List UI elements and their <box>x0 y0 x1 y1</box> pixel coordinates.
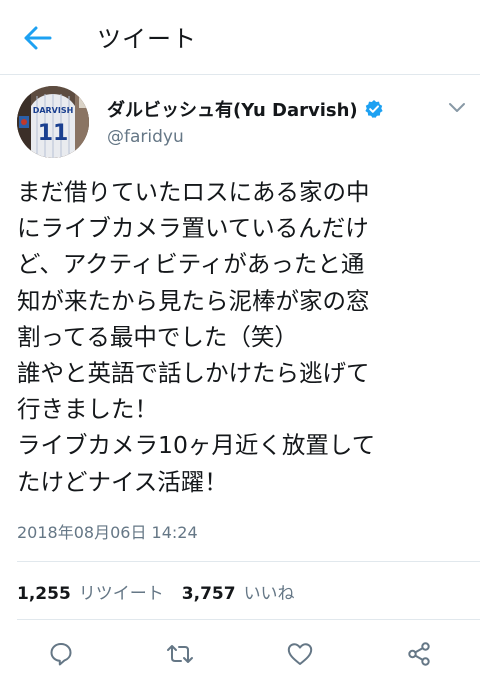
arrow-left-icon <box>24 26 52 50</box>
tweet-text: まだ借りていたロスにある家の中 にライブカメラ置いているんだけ ど、アクティビテ… <box>17 178 376 496</box>
share-icon <box>408 642 430 666</box>
tweet-timestamp[interactable]: 2018年08月06日 14:24 <box>17 519 198 543</box>
avatar[interactable]: DARVISH 11 <box>17 86 89 158</box>
likes-count: 3,757 <box>181 584 236 604</box>
page-title: ツイート <box>97 25 197 53</box>
retweets-count: 1,255 <box>17 584 71 604</box>
author-display-name[interactable]: ダルビッシュ有(Yu Darvish) <box>107 96 358 122</box>
likes-label: いいね <box>243 584 295 604</box>
tweet-options-button[interactable] <box>445 98 469 118</box>
top-bar: ツイート <box>0 0 480 75</box>
author-handle[interactable]: @faridyu <box>107 127 184 147</box>
like-button[interactable] <box>282 636 318 672</box>
divider <box>17 561 480 562</box>
avatar-image: DARVISH 11 <box>17 86 89 158</box>
avatar-jersey-number: 11 <box>38 121 69 146</box>
share-button[interactable] <box>401 636 437 672</box>
back-button[interactable] <box>18 20 58 56</box>
author-name-row[interactable]: ダルビッシュ有(Yu Darvish) <box>107 96 384 122</box>
verified-badge-icon <box>364 99 384 119</box>
heart-icon <box>287 643 313 665</box>
reply-button[interactable] <box>43 636 79 672</box>
chevron-down-icon <box>449 103 465 112</box>
retweet-icon <box>167 645 193 663</box>
likes-stat[interactable]: 3,757 いいね <box>182 579 295 604</box>
retweet-button[interactable] <box>162 636 198 672</box>
retweets-stat[interactable]: 1,255 リツイート <box>17 579 164 604</box>
avatar-jersey-text: DARVISH <box>33 106 74 115</box>
reply-icon <box>50 643 72 666</box>
tweet-stats: 1,255 リツイート 3,757 いいね <box>17 579 295 604</box>
retweets-label: リツイート <box>78 584 164 604</box>
divider <box>17 619 480 620</box>
